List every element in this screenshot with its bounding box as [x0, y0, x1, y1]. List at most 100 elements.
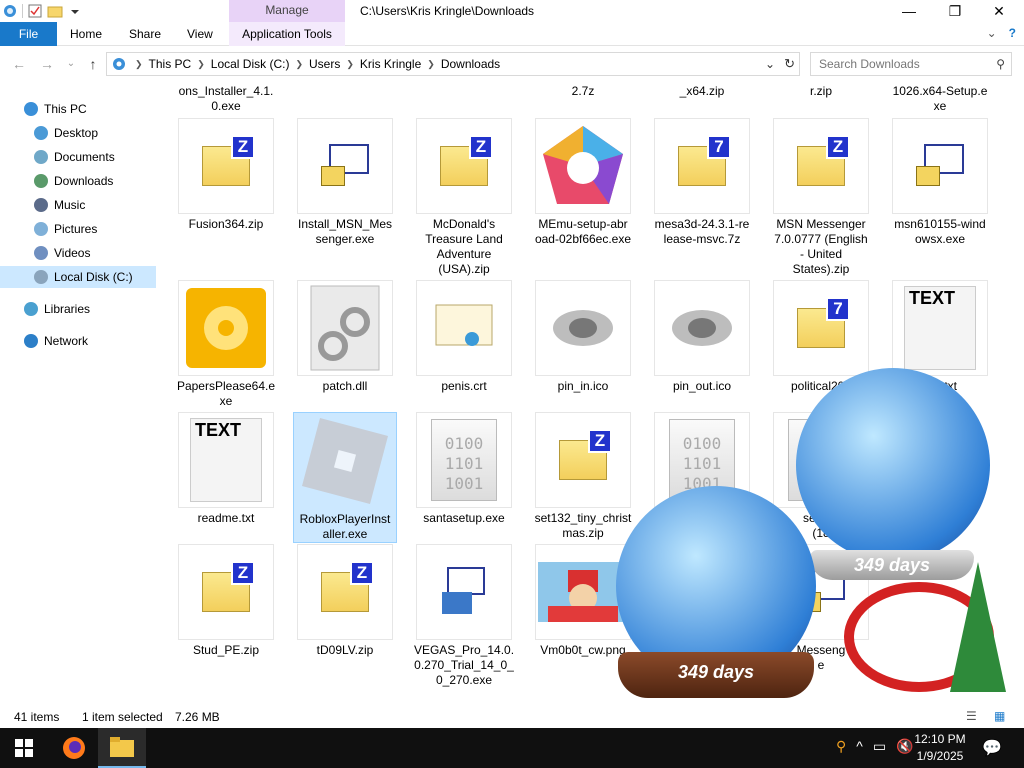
breadcrumb-kris-kringle[interactable]: Kris Kringle	[354, 57, 427, 71]
nav-videos[interactable]: Videos	[34, 242, 90, 264]
file-item[interactable]: _x64.zip	[650, 84, 754, 99]
nav-label: This PC	[44, 102, 87, 116]
file-thumbnail	[892, 118, 988, 214]
nav-documents[interactable]: Documents	[34, 146, 115, 168]
nav-desktop[interactable]: Desktop	[34, 122, 98, 144]
file-item[interactable]: MEmu-setup-abr oad-02bf66ec.exe	[531, 118, 635, 247]
recent-locations-button[interactable]: ⌄	[62, 55, 80, 73]
breadcrumb-downloads[interactable]: Downloads	[435, 57, 506, 71]
address-bar[interactable]: ❯ This PC ❯ Local Disk (C:) ❯ Users ❯ Kr…	[106, 52, 800, 76]
minimize-button[interactable]: —	[886, 0, 932, 22]
search-tray-icon[interactable]: ⚲	[836, 738, 846, 755]
zip-archive-icon: Z	[440, 135, 493, 186]
text-file-icon: TEXT	[190, 418, 262, 502]
details-view-icon[interactable]: ☰	[966, 709, 977, 723]
file-item[interactable]: RobloxPlayerInst aller.exe	[293, 412, 397, 543]
nav-music[interactable]: Music	[34, 194, 85, 216]
file-item[interactable]: patch.dll	[293, 280, 397, 394]
nav-pictures[interactable]: Pictures	[34, 218, 97, 240]
tab-application-tools[interactable]: Application Tools	[229, 22, 345, 46]
file-item[interactable]: 0100 1101 1001 santasetup.exe	[412, 412, 516, 526]
zip-archive-icon: 7	[678, 135, 731, 186]
file-item[interactable]: Z Stud_PE.zip	[174, 544, 278, 658]
file-item[interactable]: Z MSN Messenger 7.0.0777 (English - Unite…	[769, 118, 873, 277]
new-folder-icon[interactable]	[47, 3, 63, 19]
taskbar: ⚲ ^ ▭ 🔇 12:10 PM 1/9/2025 💬	[0, 728, 1024, 768]
up-button[interactable]: ↑	[84, 55, 102, 73]
chevron-down-icon[interactable]	[67, 3, 83, 19]
file-thumbnail: Z	[416, 118, 512, 214]
search-icon: ⚲	[996, 57, 1005, 71]
file-name: tD09LV.zip	[316, 643, 374, 657]
file-item[interactable]: Z Fusion364.zip	[174, 118, 278, 232]
file-item[interactable]: Install_MSN_Mes senger.exe	[293, 118, 397, 247]
notifications-icon[interactable]: 💬	[982, 738, 1002, 758]
nav-label: Desktop	[54, 126, 99, 140]
file-item[interactable]: r.zip	[769, 84, 873, 99]
breadcrumb-users[interactable]: Users	[303, 57, 346, 71]
manage-tab[interactable]: Manage	[229, 0, 345, 22]
nav-libraries[interactable]: Libraries	[24, 298, 90, 320]
breadcrumb-this-pc[interactable]: This PC	[143, 57, 198, 71]
file-item[interactable]: penis.crt	[412, 280, 516, 394]
address-dropdown-icon[interactable]: ⌄	[765, 57, 775, 71]
file-thumbnail	[178, 280, 274, 376]
nav-downloads[interactable]: Downloads	[34, 170, 113, 192]
nav-label: Videos	[54, 246, 91, 260]
firefox-taskbar-button[interactable]	[50, 728, 98, 768]
file-thumbnail	[297, 280, 393, 376]
file-thumbnail: 010011011001	[416, 412, 512, 508]
properties-icon[interactable]	[27, 3, 43, 19]
file-thumbnail: TEXT	[178, 412, 274, 508]
file-list[interactable]: ons_Installer_4.1. 0.exe 2.7z _x64.zip r…	[160, 82, 1006, 706]
forward-button[interactable]: →	[38, 55, 56, 73]
nav-label: Network	[44, 334, 89, 348]
expand-ribbon-icon[interactable]: ⌄	[987, 26, 997, 40]
christmas-tree-icon	[950, 562, 1006, 692]
file-item[interactable]: pin_in.ico	[531, 280, 635, 394]
breadcrumb-local-disk[interactable]: Local Disk (C:)	[205, 57, 296, 71]
file-thumbnail: Z	[178, 544, 274, 640]
tab-share[interactable]: Share	[129, 22, 161, 46]
refresh-icon[interactable]: ↻	[784, 56, 795, 72]
help-icon[interactable]: ?	[1009, 26, 1016, 40]
chevron-up-icon[interactable]: ^	[856, 738, 863, 755]
file-item[interactable]: ons_Installer_4.1. 0.exe	[174, 84, 278, 114]
tab-file[interactable]: File	[0, 22, 57, 46]
archive-badge: Z	[231, 561, 255, 585]
explorer-icon[interactable]	[2, 3, 18, 19]
file-item[interactable]: VEGAS_Pro_14.0. 0.270_Trial_14_0_ 0_270.…	[412, 544, 516, 688]
file-item[interactable]: 1026.x64-Setup.e xe	[888, 84, 992, 114]
file-item[interactable]: 7 mesa3d-24.3.1-re lease-msvc.7z	[650, 118, 754, 247]
memu-icon	[543, 126, 623, 204]
file-item[interactable]: Zset132_tiny_christ mas.zip	[531, 412, 635, 541]
desktop-icon	[34, 126, 48, 140]
file-explorer-taskbar-button[interactable]	[98, 728, 146, 768]
nav-local-disk[interactable]: Local Disk (C:)	[0, 266, 156, 288]
back-button[interactable]: ←	[10, 55, 28, 73]
tab-home[interactable]: Home	[70, 22, 102, 46]
file-item[interactable]: ZtD09LV.zip	[293, 544, 397, 658]
search-input[interactable]: Search Downloads ⚲	[810, 52, 1012, 76]
start-button[interactable]	[0, 728, 48, 768]
ribbon-tabs: File Home Share View Application Tools ⌄…	[0, 22, 1024, 46]
file-thumbnail	[416, 544, 512, 640]
file-item[interactable]: PapersPlease64.e xe	[174, 280, 278, 409]
nav-network[interactable]: Network	[24, 330, 88, 352]
maximize-button[interactable]: ❐	[932, 0, 978, 22]
nav-label: Documents	[54, 150, 115, 164]
file-item[interactable]: 2.7z	[531, 84, 635, 99]
nav-this-pc[interactable]: This PC	[24, 98, 87, 120]
network-tray-icon[interactable]: ▭	[873, 738, 886, 755]
zip-archive-icon: Z	[202, 561, 255, 612]
close-button[interactable]: ✕	[976, 0, 1022, 22]
file-item[interactable]: Z McDonald's Treasure Land Adventure (USA…	[412, 118, 516, 277]
file-item[interactable]: TEXT readme.txt	[174, 412, 278, 526]
file-item[interactable]: pin_out.ico	[650, 280, 754, 394]
large-icons-view-icon[interactable]: ▦	[994, 709, 1005, 723]
file-name: pin_out.ico	[672, 379, 732, 393]
clock[interactable]: 12:10 PM 1/9/2025	[905, 731, 975, 765]
nav-label: Local Disk (C:)	[54, 270, 133, 284]
file-item[interactable]: msn610155-wind owsx.exe	[888, 118, 992, 247]
tab-view[interactable]: View	[187, 22, 213, 46]
